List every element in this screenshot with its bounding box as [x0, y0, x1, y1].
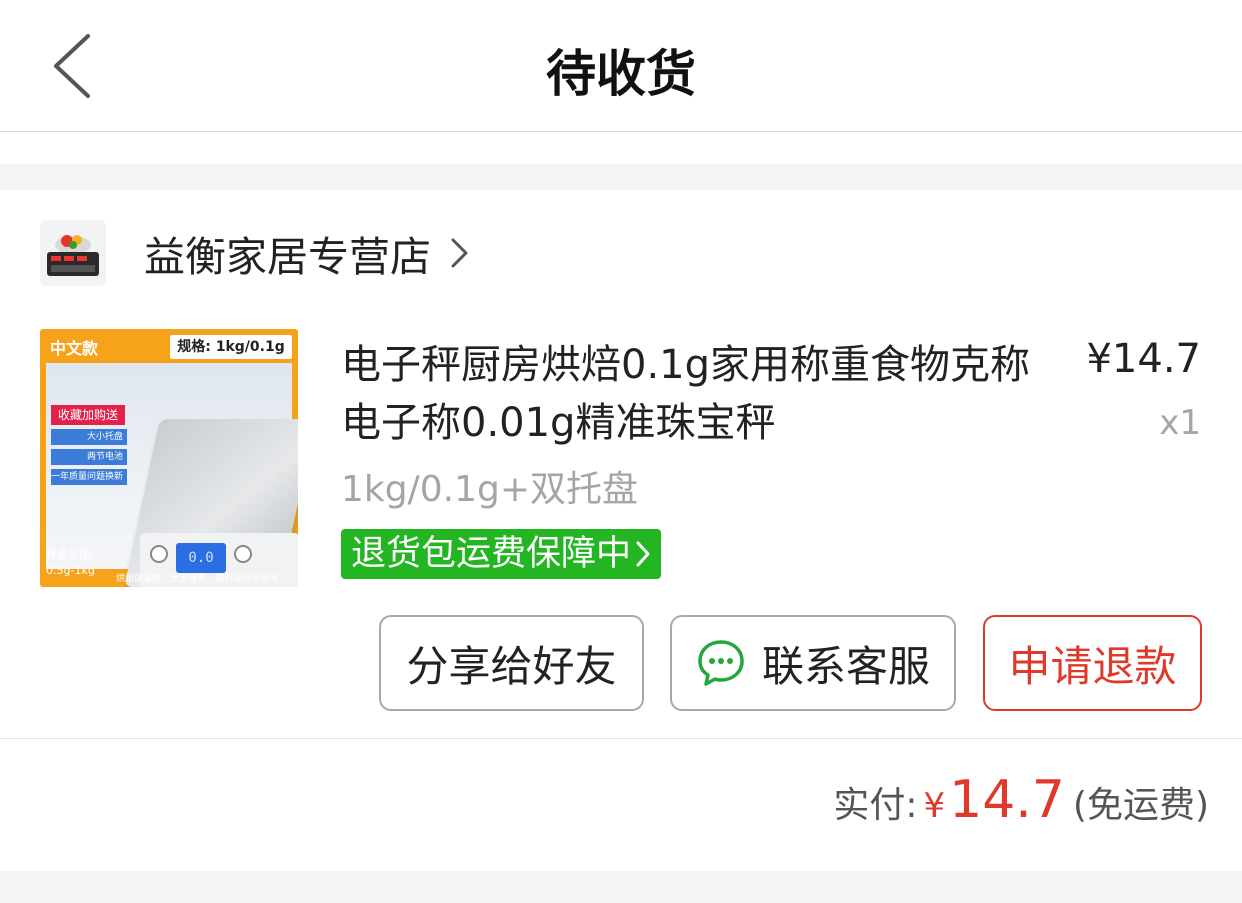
share-button[interactable]: 分享给好友	[379, 615, 644, 711]
scale-button	[150, 545, 168, 563]
product-title[interactable]: 电子秤厨房烘焙0.1g家用称重食物克称电子称0.01g精准珠宝秤	[341, 336, 1031, 452]
product-price: ¥14.7	[1086, 336, 1201, 382]
share-button-label: 分享给好友	[406, 641, 617, 691]
page-title: 待收货	[546, 45, 696, 103]
shop-name: 益衡家居专营店	[144, 233, 431, 281]
thumbnail-photo: 0.0 收藏加购送 大小托盘 两节电池 一年质量问题换新	[46, 363, 298, 587]
chevron-right-icon	[636, 541, 650, 567]
guarantee-label: 退货包运费保障中	[351, 534, 632, 574]
thumbnail-uses: 烘焙做蛋糕、宝宝辅食、调料及日常使用	[116, 574, 279, 584]
paid-label: 实付:	[833, 785, 918, 826]
scale-display: 0.0	[176, 543, 226, 573]
shop-row[interactable]: 益衡家居专营店	[40, 219, 471, 287]
thumbnail-badge: 收藏加购送	[51, 405, 125, 425]
shop-logo	[40, 220, 106, 286]
shipping-note: (免运费)	[1072, 785, 1209, 826]
section-gap	[0, 164, 1242, 190]
section-gap	[0, 871, 1242, 903]
thumbnail-range-value: 0.5g-1kg	[46, 564, 95, 577]
currency-symbol: ¥	[923, 786, 946, 826]
thumbnail-range-label: 称重范围:	[46, 548, 94, 561]
return-shipping-guarantee-badge[interactable]: 退货包运费保障中	[341, 529, 662, 579]
paid-amount: 14.7	[949, 770, 1065, 830]
contact-service-button[interactable]: 联系客服	[670, 615, 956, 711]
thumbnail-range: 称重范围: 0.5g-1kg	[46, 547, 95, 579]
contact-service-label: 联系客服	[761, 641, 930, 691]
chevron-right-icon	[451, 238, 468, 268]
product-spec: 1kg/0.1g+双托盘	[341, 469, 639, 510]
top-bar: 待收货	[0, 0, 1242, 132]
thumbnail-feature: 两节电池	[51, 449, 127, 465]
thumbnail-spec-tag: 规格: 1kg/0.1g	[170, 335, 292, 359]
product-quantity: x1	[1159, 403, 1201, 443]
thumbnail-feature: 一年质量问题换新	[51, 469, 127, 485]
scale-button	[234, 545, 252, 563]
refund-button-label: 申请退款	[1008, 641, 1177, 691]
payment-summary: 实付: ¥ 14.7 (免运费)	[833, 770, 1209, 830]
divider	[0, 738, 1242, 739]
product-thumbnail[interactable]: 中文款 规格: 1kg/0.1g 0.0 收藏加购送 大小托盘 两节电池 一年质…	[40, 329, 298, 587]
thumbnail-tag: 中文款	[50, 339, 99, 358]
thumbnail-feature: 大小托盘	[51, 429, 127, 445]
chat-bubble-icon	[698, 640, 744, 686]
refund-request-button[interactable]: 申请退款	[983, 615, 1202, 711]
